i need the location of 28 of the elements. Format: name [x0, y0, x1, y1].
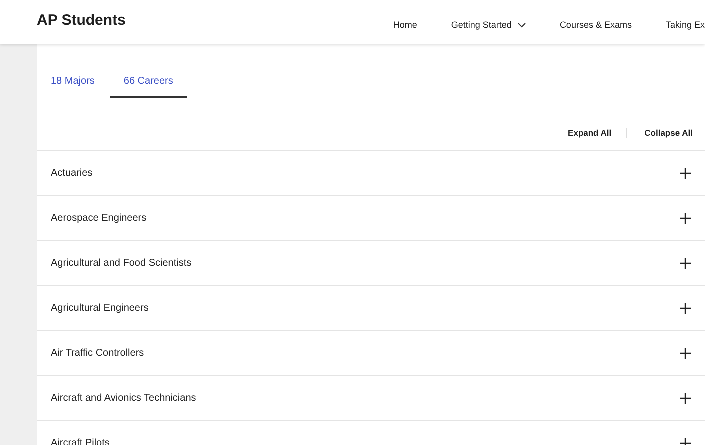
plus-icon[interactable] [680, 168, 691, 178]
plus-icon[interactable] [680, 392, 691, 404]
plus-icon[interactable] [680, 302, 691, 314]
accordion-row[interactable]: Agricultural and Food Scientists [37, 241, 705, 286]
tab[interactable]: 66 Careers [110, 76, 188, 98]
career-name: Agricultural Engineers [51, 302, 149, 314]
nav-link[interactable]: Taking Ex [666, 20, 705, 30]
plus-icon[interactable] [680, 212, 691, 224]
plus-icon[interactable] [680, 258, 691, 268]
expand-all-button[interactable]: Expand All [554, 128, 626, 138]
accordion-row[interactable]: Actuaries [37, 151, 705, 196]
career-name: Aircraft and Avionics Technicians [51, 392, 196, 404]
career-name: Air Traffic Controllers [51, 348, 144, 358]
accordion-row[interactable]: Aircraft and Avionics Technicians [37, 376, 705, 421]
accordion-row[interactable]: Aerospace Engineers [37, 196, 705, 241]
career-name: Actuaries [51, 168, 93, 178]
chevron-down-icon [518, 22, 526, 28]
career-name: Aerospace Engineers [51, 212, 147, 224]
collapse-all-button[interactable]: Collapse All [626, 128, 693, 138]
nav-link[interactable]: Home [393, 20, 418, 30]
accordion-row[interactable]: Agricultural Engineers [37, 286, 705, 331]
nav-link[interactable]: Courses & Exams [560, 20, 632, 30]
career-name: Agricultural and Food Scientists [51, 258, 192, 268]
accordion-row[interactable]: Air Traffic Controllers [37, 331, 705, 376]
site-title: AP Students [37, 12, 127, 28]
tab[interactable]: 18 Majors [37, 76, 109, 98]
nav-link[interactable]: Getting Started [451, 20, 526, 30]
plus-icon[interactable] [680, 348, 691, 358]
